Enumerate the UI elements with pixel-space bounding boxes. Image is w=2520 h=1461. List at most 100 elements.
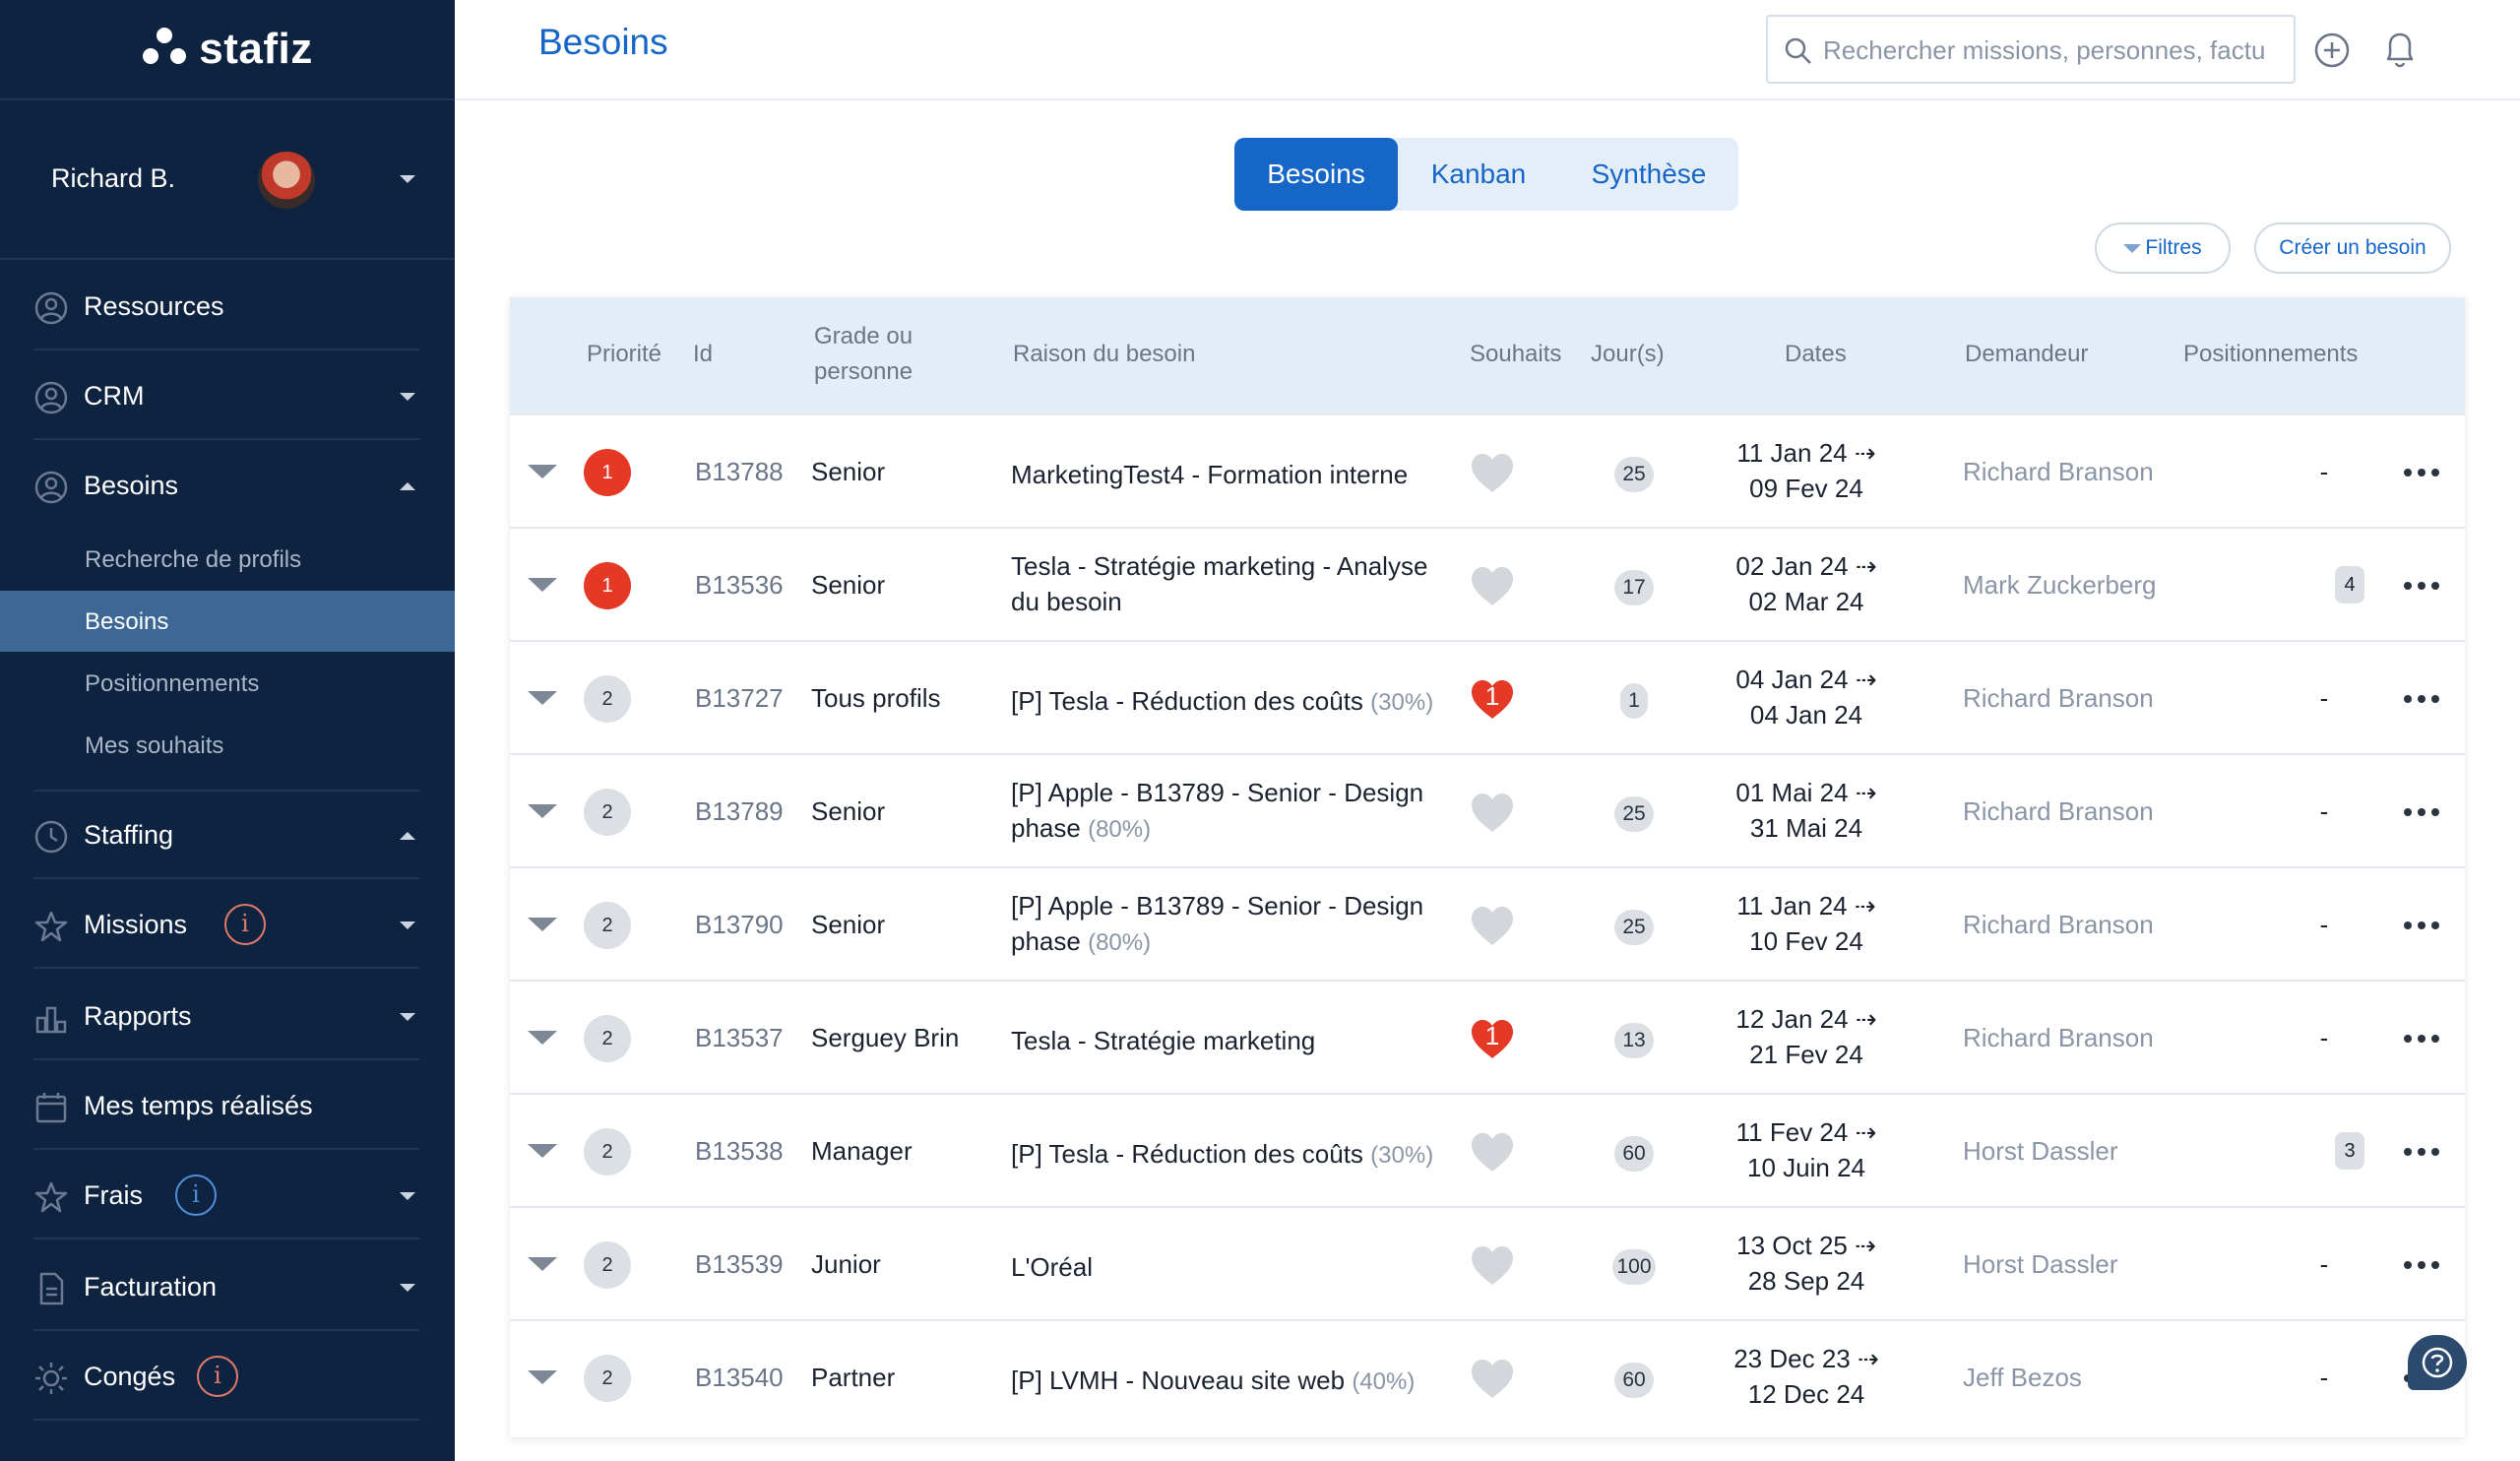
tab-kanban[interactable]: Kanban — [1398, 138, 1559, 211]
demandeur[interactable]: Richard Branson — [1963, 683, 2154, 714]
positionnements-badge[interactable]: 3 — [2335, 1132, 2364, 1170]
heart-filled-icon[interactable]: 1 — [1469, 1017, 1516, 1060]
heart-icon[interactable] — [1469, 1243, 1516, 1287]
expand-row-icon[interactable] — [528, 1257, 557, 1271]
raison[interactable]: [P] Tesla - Réduction des coûts (30%) — [1011, 683, 1474, 721]
sidebar-item-ressources[interactable]: Ressources — [0, 262, 455, 350]
table-row[interactable]: 2 B13789 Senior [P] Apple - B13789 - Sen… — [510, 753, 2465, 866]
demandeur[interactable]: Richard Branson — [1963, 457, 2154, 487]
more-options-icon[interactable] — [2404, 568, 2439, 603]
heart-filled-icon[interactable]: 1 — [1469, 677, 1516, 721]
table-row[interactable]: 2 B13727 Tous profils [P] Tesla - Réduct… — [510, 640, 2465, 753]
add-circle-icon[interactable] — [2313, 32, 2351, 69]
search-input[interactable] — [1823, 29, 2280, 72]
sidebar-subitem-besoins[interactable]: Besoins — [0, 591, 455, 652]
sidebar-subitem-positionnements[interactable]: Positionnements — [0, 653, 455, 714]
expand-row-icon[interactable] — [528, 578, 557, 592]
table-row[interactable]: 2 B13538 Manager [P] Tesla - Réduction d… — [510, 1093, 2465, 1206]
more-options-icon[interactable] — [2404, 681, 2439, 717]
more-options-icon[interactable] — [2404, 1134, 2439, 1170]
sidebar-subitem-mes-souhaits[interactable]: Mes souhaits — [0, 715, 455, 776]
table-row[interactable]: 1 B13788 Senior MarketingTest4 - Formati… — [510, 413, 2465, 527]
sidebar-item-crm[interactable]: CRM — [0, 351, 455, 440]
expand-row-icon[interactable] — [528, 1031, 557, 1045]
besoin-id: B13789 — [695, 796, 784, 826]
col-dates[interactable]: Dates — [1785, 337, 1847, 372]
expand-row-icon[interactable] — [528, 691, 557, 705]
create-besoin-button[interactable]: Créer un besoin — [2254, 222, 2451, 274]
col-positionnements[interactable]: Positionnements — [2183, 337, 2358, 372]
heart-icon[interactable] — [1469, 791, 1516, 834]
expand-row-icon[interactable] — [528, 465, 557, 478]
heart-shape — [1472, 1360, 1513, 1398]
sidebar-item-frais[interactable]: Frais i — [0, 1151, 455, 1239]
positionnements-badge[interactable]: 4 — [2335, 566, 2364, 603]
help-button[interactable] — [2408, 1335, 2467, 1390]
raison[interactable]: Tesla - Stratégie marketing - Analyse du … — [1011, 548, 1474, 621]
demandeur[interactable]: Mark Zuckerberg — [1963, 570, 2157, 601]
col-raison[interactable]: Raison du besoin — [1013, 337, 1195, 372]
logo[interactable]: stafiz — [0, 0, 455, 100]
table-row[interactable]: 1 B13536 Senior Tesla - Stratégie market… — [510, 527, 2465, 640]
expand-row-icon[interactable] — [528, 1144, 557, 1158]
bell-icon[interactable] — [2380, 28, 2420, 71]
expand-row-icon[interactable] — [528, 804, 557, 818]
table-row[interactable]: 2 B13790 Senior [P] Apple - B13789 - Sen… — [510, 866, 2465, 980]
demandeur[interactable]: Richard Branson — [1963, 910, 2154, 940]
heart-icon[interactable] — [1469, 904, 1516, 947]
table-row[interactable]: 2 B13539 Junior L'Oréal 100 13 Oct 25 ⇢ … — [510, 1206, 2465, 1319]
raison[interactable]: Tesla - Stratégie marketing — [1011, 1023, 1474, 1060]
sidebar-item-staffing[interactable]: Staffing — [0, 791, 455, 879]
user-menu[interactable]: Richard B. — [0, 100, 455, 260]
sidebar-item-conges[interactable]: Congés i — [0, 1332, 455, 1421]
demandeur[interactable]: Richard Branson — [1963, 1023, 2154, 1053]
sidebar-item-mes-temps[interactable]: Mes temps réalisés — [0, 1061, 455, 1150]
raison[interactable]: [P] LVMH - Nouveau site web (40%) — [1011, 1363, 1474, 1400]
col-grade-line2[interactable]: personne — [814, 354, 913, 390]
more-options-icon[interactable] — [2404, 794, 2439, 830]
raison[interactable]: [P] Tesla - Réduction des coûts (30%) — [1011, 1136, 1474, 1174]
more-options-icon[interactable] — [2404, 1247, 2439, 1283]
raison[interactable]: L'Oréal — [1011, 1249, 1474, 1287]
expand-row-icon[interactable] — [528, 1370, 557, 1384]
heart-icon[interactable] — [1469, 451, 1516, 494]
col-id[interactable]: Id — [693, 337, 713, 372]
col-demandeur[interactable]: Demandeur — [1965, 337, 2088, 372]
demandeur[interactable]: Jeff Bezos — [1963, 1363, 2082, 1393]
demandeur[interactable]: Horst Dassler — [1963, 1136, 2117, 1167]
grade: Tous profils — [811, 683, 941, 713]
heart-icon[interactable] — [1469, 564, 1516, 607]
sidebar-item-besoins[interactable]: Besoins — [0, 441, 455, 530]
sidebar-item-facturation[interactable]: Facturation — [0, 1242, 455, 1331]
tab-synthese[interactable]: Synthèse — [1559, 138, 1738, 211]
sidebar-subitem-recherche-profils[interactable]: Recherche de profils — [0, 529, 455, 590]
col-priorite[interactable]: Priorité — [587, 337, 662, 372]
info-icon[interactable]: i — [175, 1175, 217, 1216]
demandeur[interactable]: Richard Branson — [1963, 796, 2154, 827]
col-souhaits[interactable]: Souhaits — [1470, 337, 1561, 372]
table-row[interactable]: 2 B13537 Serguey Brin Tesla - Stratégie … — [510, 980, 2465, 1093]
sidebar-item-label: Besoins — [84, 471, 179, 500]
sidebar-item-missions[interactable]: Missions i — [0, 880, 455, 969]
raison[interactable]: [P] Apple - B13789 - Senior - Design phas… — [1011, 888, 1474, 961]
more-options-icon[interactable] — [2404, 455, 2439, 490]
more-options-icon[interactable] — [2404, 908, 2439, 943]
raison[interactable]: MarketingTest4 - Formation interne — [1011, 457, 1474, 494]
tab-besoins[interactable]: Besoins — [1234, 138, 1398, 211]
filters-button[interactable]: Filtres — [2095, 222, 2231, 274]
chevron-down-icon[interactable] — [400, 175, 415, 183]
raison[interactable]: [P] Apple - B13789 - Senior - Design phas… — [1011, 775, 1474, 848]
expand-row-icon[interactable] — [528, 918, 557, 931]
info-icon[interactable]: i — [197, 1356, 238, 1397]
heart-icon[interactable] — [1469, 1357, 1516, 1400]
col-grade-line1[interactable]: Grade ou — [814, 319, 913, 354]
sidebar-item-rapports[interactable]: Rapports — [0, 972, 455, 1060]
table-row[interactable]: 2 B13540 Partner [P] LVMH - Nouveau site… — [510, 1319, 2465, 1432]
demandeur[interactable]: Horst Dassler — [1963, 1249, 2117, 1280]
search-box[interactable] — [1766, 15, 2296, 84]
dot — [2404, 1035, 2412, 1043]
heart-icon[interactable] — [1469, 1130, 1516, 1174]
col-jours[interactable]: Jour(s) — [1591, 337, 1665, 372]
info-icon[interactable]: i — [224, 904, 266, 945]
more-options-icon[interactable] — [2404, 1021, 2439, 1056]
